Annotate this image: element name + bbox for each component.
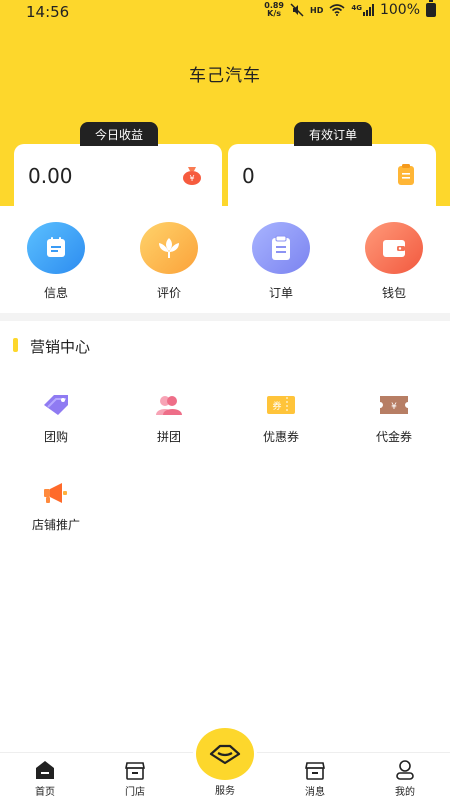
voucher-icon: ¥ [379,390,409,420]
group-buy-icon [41,390,71,420]
quick-label-wallet: 钱包 [381,286,406,300]
mkt-team-buy[interactable]: 拼团 [129,390,209,445]
coupon-icon: 券 [266,390,296,420]
valid-orders-card[interactable]: 有效订单 0 [228,122,436,208]
app-title: 车己汽车 [189,66,261,86]
order-icon [252,222,310,274]
mute-icon [290,3,304,17]
wifi-icon [329,4,345,16]
store-icon [125,762,145,780]
team-buy-icon [154,390,184,420]
quick-label-info: 信息 [43,286,68,300]
tab-mine[interactable]: 我的 [375,759,435,798]
section-divider [0,313,450,321]
status-bar: 14:56 0.89 K/s HD 4G 100% [0,0,450,24]
quick-info[interactable]: 信息 [16,222,96,301]
mkt-label-group-buy: 团购 [43,430,68,444]
service-icon [209,744,241,765]
home-icon [36,761,54,779]
mkt-voucher[interactable]: ¥ 代金券 [354,390,434,445]
marketing-title: 营销中心 [30,338,91,356]
info-icon [27,222,85,274]
quick-review[interactable]: 评价 [129,222,209,301]
hd-indicator: HD [310,5,324,15]
quick-order[interactable]: 订单 [241,222,321,301]
tab-service-label: 服务 [215,786,235,797]
tab-messages-label: 消息 [305,787,325,798]
status-indicators: 0.89 K/s HD 4G 100% [264,0,436,18]
quick-label-review: 评价 [156,286,181,300]
wallet-icon [365,222,423,274]
mkt-promotion[interactable]: 店铺推广 [16,478,96,533]
svg-text:¥: ¥ [391,402,397,412]
money-bag-icon: ¥ [183,167,201,185]
quick-actions: 信息 评价 订单 钱包 [0,222,450,302]
quick-label-order: 订单 [268,286,293,300]
battery-percent: 100% [379,2,420,18]
promotion-icon [41,478,71,508]
svg-text:券: 券 [272,400,281,412]
mkt-coupon[interactable]: 券 优惠券 [241,390,321,445]
tab-home[interactable]: 首页 [15,759,75,798]
tab-messages[interactable]: 消息 [285,759,345,798]
svg-text:¥: ¥ [189,174,194,183]
today-income-label: 今日收益 [80,122,158,146]
mkt-label-promotion: 店铺推广 [31,518,80,532]
valid-orders-value: 0 [242,164,255,188]
clipboard-icon [398,164,414,185]
valid-orders-label: 有效订单 [294,122,372,146]
mkt-label-coupon: 优惠券 [262,430,299,444]
net-speed: 0.89 K/s [264,1,284,18]
battery-icon [426,0,436,17]
quick-wallet[interactable]: 钱包 [354,222,434,301]
user-icon [396,760,414,780]
today-income-value: 0.00 [28,164,73,188]
tab-mine-label: 我的 [395,787,415,798]
review-icon [140,222,198,274]
status-time: 14:56 [26,3,70,21]
tab-store-label: 门店 [125,787,145,798]
mkt-group-buy[interactable]: 团购 [16,390,96,445]
mkt-label-voucher: 代金券 [375,430,412,444]
tab-service[interactable] [196,728,254,780]
message-icon [305,762,325,780]
header-banner: 14:56 0.89 K/s HD 4G 100% 车己汽车 今日收益 0.00… [0,0,450,208]
today-income-card[interactable]: 今日收益 0.00 ¥ [14,122,222,208]
tab-home-label: 首页 [35,787,55,798]
section-accent-bar [13,338,18,352]
mkt-label-team-buy: 拼团 [156,430,181,444]
signal-icon: 4G [351,4,374,16]
tab-store[interactable]: 门店 [105,759,165,798]
